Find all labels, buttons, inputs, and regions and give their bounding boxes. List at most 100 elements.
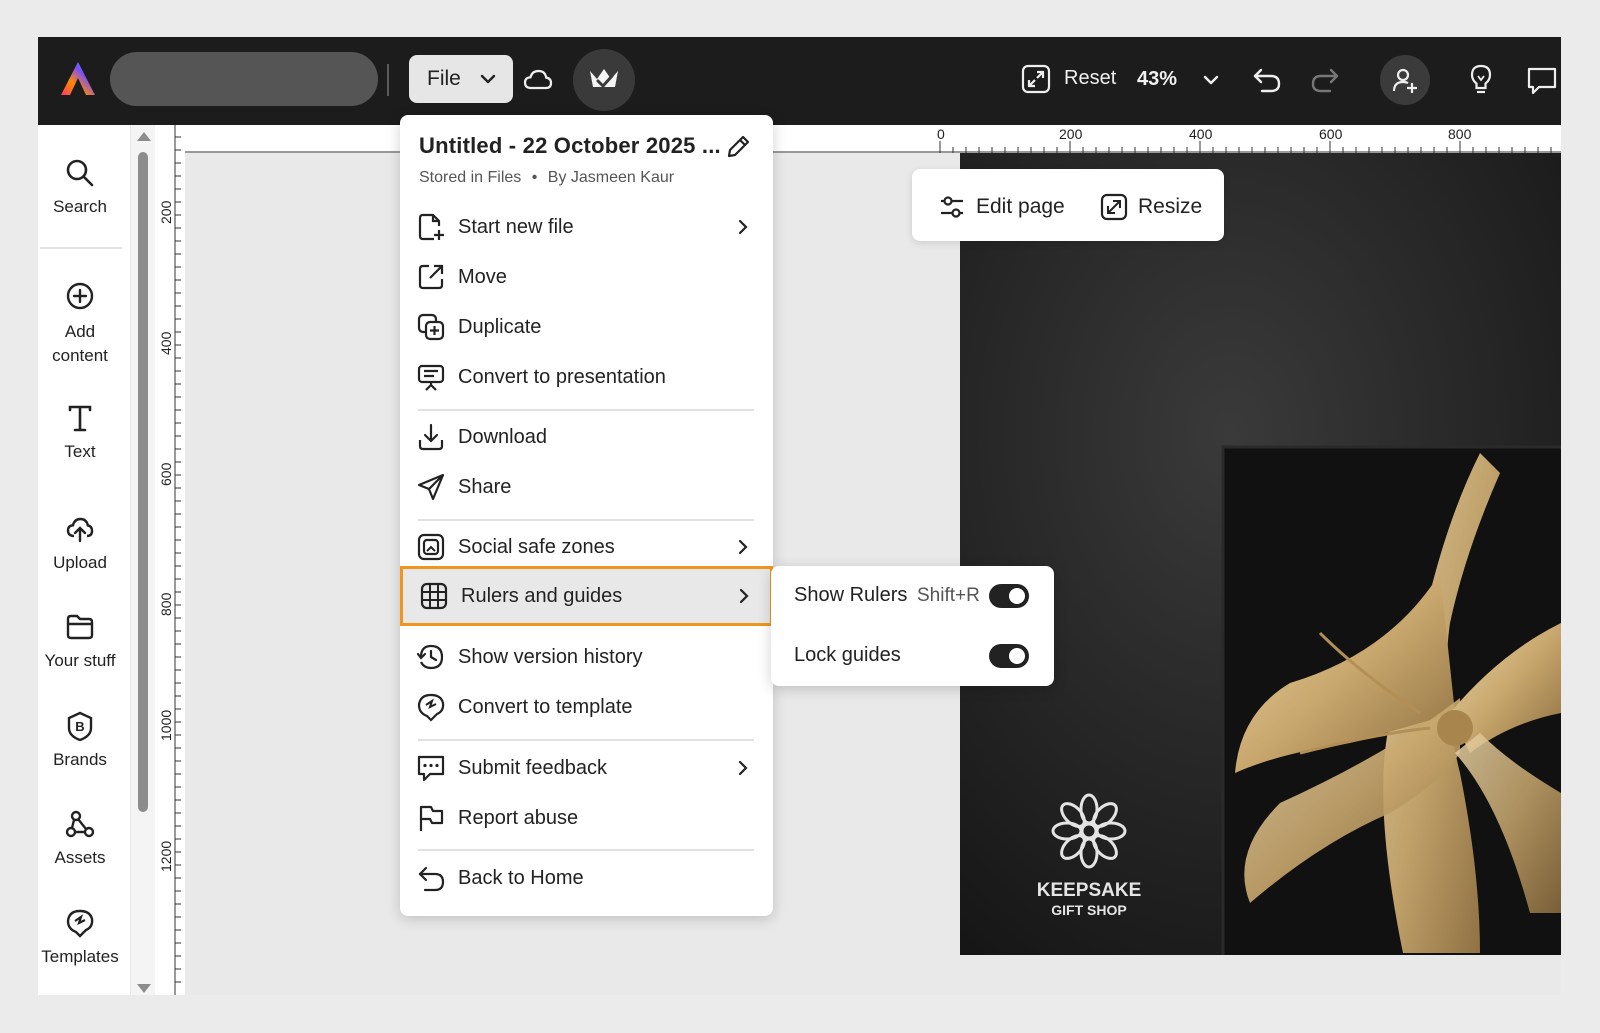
upload-cloud-icon	[66, 517, 94, 543]
menu-label: Move	[458, 265, 507, 288]
menu-item-start-new-file[interactable]: Start new file	[416, 206, 756, 248]
menu-item-social-safe-zones[interactable]: Social safe zones	[416, 526, 756, 568]
rail-label-upload: Upload	[53, 553, 107, 572]
rail-label-templates: Templates	[41, 947, 119, 966]
rail-item-assets[interactable]: Assets	[38, 808, 122, 868]
menu-item-back-to-home[interactable]: Back to Home	[416, 857, 756, 899]
edit-page-label: Edit page	[976, 195, 1065, 218]
menu-label: Back to Home	[458, 866, 584, 889]
menu-label: Social safe zones	[458, 535, 615, 558]
chevron-down-icon	[480, 74, 496, 84]
menu-label: Share	[458, 475, 512, 498]
invite-button[interactable]	[1380, 55, 1430, 105]
rail-label-add-content: Add content	[52, 322, 108, 365]
rail-item-add-content[interactable]: Add content	[38, 280, 122, 368]
adobe-express-logo-icon[interactable]	[58, 59, 98, 99]
rail-label-brands: Brands	[53, 750, 107, 769]
rail-item-text[interactable]: Text	[38, 402, 122, 462]
show-rulers-toggle[interactable]	[989, 584, 1029, 608]
rail-item-upload[interactable]: Upload	[38, 513, 122, 573]
document-meta: Stored in Files • By Jasmeen Kaur	[419, 169, 674, 187]
hruler-label: 400	[1189, 126, 1213, 142]
menu-item-rulers-and-guides[interactable]: Rulers and guides	[400, 566, 773, 626]
lightbulb-icon[interactable]	[1466, 63, 1496, 97]
gift-box-artwork: KEEPSAKE GIFT SHOP	[960, 153, 1561, 955]
horizontal-ruler[interactable]: 0 200 400 600 800	[185, 125, 1561, 153]
template-icon	[417, 693, 445, 722]
file-menu-button[interactable]: File	[409, 55, 513, 103]
menu-item-report-abuse[interactable]: Report abuse	[416, 797, 756, 839]
text-icon	[68, 405, 92, 432]
chevron-right-icon	[738, 219, 748, 235]
vruler-label: 1200	[158, 840, 174, 872]
hruler-label: 600	[1319, 126, 1343, 142]
share-icon	[417, 473, 445, 501]
menu-item-convert-to-presentation[interactable]: Convert to presentation	[416, 356, 756, 398]
stored-location: Stored in Files	[419, 169, 522, 186]
resize-label: Resize	[1138, 195, 1203, 218]
rulers-icon	[420, 582, 448, 610]
menu-item-convert-to-template[interactable]: Convert to template	[416, 686, 756, 728]
scroll-down-icon[interactable]	[137, 984, 151, 993]
zoom-chevron-down-icon[interactable]	[1201, 70, 1221, 90]
menu-item-duplicate[interactable]: Duplicate	[416, 306, 756, 348]
horizontal-ruler-ticks	[185, 141, 1561, 153]
lock-guides-toggle[interactable]	[989, 644, 1029, 668]
vertical-ruler[interactable]: 200 400 600 800 1000 1200	[155, 125, 185, 995]
zoom-level[interactable]: 43%	[1137, 68, 1177, 91]
menu-label: Submit feedback	[458, 756, 607, 779]
rail-item-templates[interactable]: Templates	[38, 907, 122, 967]
rail-item-search[interactable]: Search	[38, 157, 122, 217]
reset-icon[interactable]	[1021, 64, 1051, 94]
rail-item-brands[interactable]: B Brands	[38, 710, 122, 770]
premium-button[interactable]	[573, 49, 635, 111]
canvas-artboard[interactable]: KEEPSAKE GIFT SHOP	[960, 153, 1561, 955]
file-menu-label: File	[427, 67, 461, 90]
undo-icon[interactable]	[1250, 63, 1284, 97]
sliders-icon	[941, 196, 963, 218]
chevron-right-icon	[738, 539, 748, 555]
edit-page-button[interactable]: Edit page	[938, 193, 1065, 221]
file-name-field[interactable]	[110, 52, 378, 106]
menu-item-move[interactable]: Move	[416, 256, 756, 298]
menu-label: Duplicate	[458, 315, 542, 338]
vruler-label: 600	[158, 462, 174, 486]
reset-button[interactable]: Reset	[1064, 67, 1116, 90]
pencil-icon[interactable]	[724, 133, 752, 161]
rail-label-assets: Assets	[54, 848, 106, 867]
menu-divider	[418, 849, 754, 851]
safe-zones-icon	[417, 533, 445, 561]
menu-item-download[interactable]: Download	[416, 416, 756, 458]
menu-label: Convert to template	[458, 695, 633, 718]
scrollbar-thumb[interactable]	[138, 152, 148, 812]
rail-item-your-stuff[interactable]: Your stuff	[38, 611, 122, 671]
lock-guides-label: Lock guides	[794, 644, 901, 666]
menu-divider	[418, 739, 754, 741]
rulers-submenu: Show Rulers Shift+R Lock guides	[771, 566, 1054, 686]
feedback-icon	[417, 755, 445, 782]
show-rulers-shortcut: Shift+R	[917, 585, 980, 606]
assets-icon	[65, 810, 95, 838]
plus-circle-icon	[66, 282, 94, 310]
comment-icon[interactable]	[1525, 65, 1557, 97]
menu-item-submit-feedback[interactable]: Submit feedback	[416, 747, 756, 789]
rail-label-search: Search	[53, 197, 107, 216]
resize-button[interactable]: Resize	[1100, 193, 1202, 221]
menu-item-show-version-history[interactable]: Show version history	[416, 636, 756, 678]
cloud-save-icon[interactable]	[522, 65, 554, 95]
menu-item-share[interactable]: Share	[416, 466, 756, 508]
rail-label-text: Text	[64, 442, 96, 461]
add-user-icon	[1392, 68, 1417, 93]
vruler-label: 200	[158, 200, 174, 224]
menu-label: Convert to presentation	[458, 365, 666, 388]
menu-divider	[418, 519, 754, 521]
redo-icon[interactable]	[1308, 63, 1342, 97]
history-icon	[416, 644, 444, 670]
author: By Jasmeen Kaur	[547, 169, 675, 186]
scroll-up-icon[interactable]	[137, 132, 151, 141]
brand-icon: B	[67, 711, 93, 742]
chevron-right-icon	[738, 760, 748, 776]
move-icon	[418, 264, 444, 290]
download-icon	[418, 423, 444, 451]
page-edit-toolbar: Edit page Resize	[912, 169, 1224, 241]
